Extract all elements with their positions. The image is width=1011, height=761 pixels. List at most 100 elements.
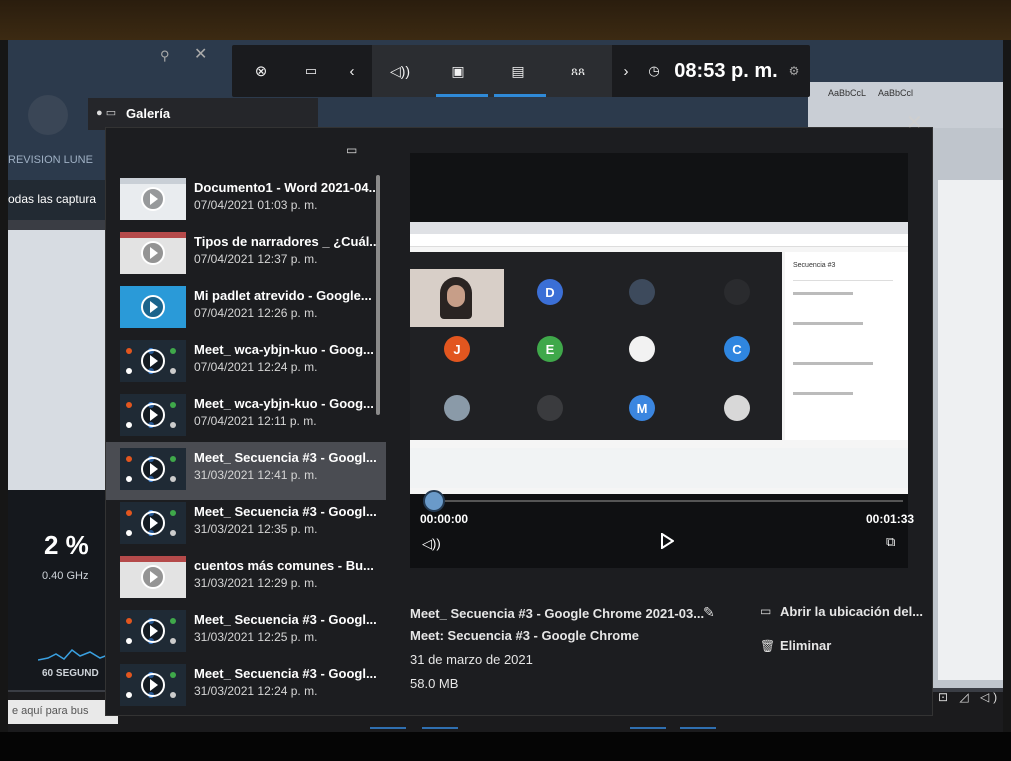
preview-browser-url [410, 234, 908, 247]
capture-title: Meet_ wca-ybjn-kuo - Goog... [194, 342, 374, 357]
settings-icon[interactable]: ⚙ [784, 45, 804, 97]
cpu-percent: 2 % [44, 530, 89, 560]
capture-thumbnail [120, 502, 186, 544]
capture-date: 07/04/2021 12:24 p. m. [194, 360, 318, 374]
play-icon [141, 565, 165, 589]
capture-thumbnail [120, 232, 186, 274]
list-scrollbar[interactable] [376, 175, 380, 415]
photo-top-edge [0, 0, 1011, 40]
capture-title: Meet_ Secuencia #3 - Googl... [194, 666, 377, 681]
preview-meet-grid: D J E C M [410, 252, 782, 440]
capture-list-item[interactable]: Meet_ Secuencia #3 - Googl... 31/03/2021 … [106, 442, 386, 500]
clock-time: 08:53 p. m. [674, 59, 778, 82]
open-location-button[interactable]: Abrir la ubicación del... [780, 604, 923, 619]
capture-list-item[interactable]: Meet_ wca-ybjn-kuo - Goog... 07/04/2021 1… [106, 334, 386, 392]
gallery-icon: ● ▭ [96, 107, 117, 119]
capture-date: 07/04/2021 01:03 p. m. [194, 198, 318, 212]
capture-title: cuentos más comunes - Bu... [194, 558, 374, 573]
capture-title: Documento1 - Word 2021-04... [194, 180, 380, 195]
capture-thumbnail [120, 394, 186, 436]
capture-list-item[interactable]: Tipos de narradores _ ¿Cuál... 07/04/2021… [106, 226, 386, 284]
xbox-icon[interactable]: ⊗ [244, 45, 278, 97]
capture-date: 07/04/2021 12:37 p. m. [194, 252, 318, 266]
seconds-label: 60 SEGUND [42, 668, 99, 679]
seek-knob[interactable] [423, 490, 445, 512]
folder-icon[interactable]: ▭ [760, 604, 771, 618]
widget-close-icon[interactable]: ✕ [194, 44, 207, 64]
performance-icon[interactable]: ▤ [498, 45, 538, 97]
capture-list-item[interactable]: Meet_ Secuencia #3 - Googl... 31/03/2021 … [106, 604, 386, 662]
capture-title: Mi padlet atrevido - Google... [194, 288, 372, 303]
gallery-close-icon[interactable]: ✕ [906, 110, 923, 135]
current-time: 00:00:00 [420, 512, 469, 526]
tray-icons[interactable]: ⊡ ◿ ◁) [938, 690, 1001, 704]
file-name: Meet_ Secuencia #3 - Google Chrome 2021-… [410, 606, 705, 621]
taskbar-indicators [370, 727, 750, 730]
trash-icon[interactable]: 🗑 [760, 639, 775, 653]
capture-thumbnail [120, 610, 186, 652]
photo-right-edge [1003, 40, 1011, 732]
preview-meet-toolbar [410, 448, 908, 488]
preview-meet-sidepanel: Secuencia #3 [785, 252, 908, 440]
capture-date: 31/03/2021 12:41 p. m. [194, 468, 318, 482]
capture-list-item[interactable]: Meet_ Secuencia #3 - Googl... 31/03/2021 … [106, 658, 386, 715]
chevron-left-icon[interactable]: ‹ [340, 45, 364, 97]
capture-list-item[interactable]: Mi padlet atrevido - Google... 07/04/2021… [106, 280, 386, 338]
ribbon-style-1[interactable]: AaBbCcL [828, 88, 866, 98]
capture-date: 31/03/2021 12:29 p. m. [194, 576, 318, 590]
capture-date: 31/03/2021 12:25 p. m. [194, 630, 318, 644]
minimize-list-icon[interactable]: ▭ [346, 143, 357, 157]
capture-date: 07/04/2021 12:11 p. m. [194, 414, 317, 428]
participant-avatar [724, 395, 750, 421]
photo-bottom-edge [0, 732, 1011, 761]
revision-label: REVISION LUNE [8, 154, 93, 166]
background-white-panel [8, 230, 118, 490]
participant-video [410, 269, 504, 327]
clock-icon: ◷ [648, 63, 660, 78]
edit-icon[interactable]: ✎ [703, 604, 715, 621]
photo-left-edge [0, 40, 8, 732]
delete-button[interactable]: Eliminar [780, 638, 831, 653]
play-icon[interactable] [660, 532, 675, 554]
play-icon [141, 457, 165, 481]
audio-icon[interactable]: ◁)) [380, 45, 420, 97]
volume-icon[interactable]: ◁)) [422, 536, 441, 552]
capture-active-indicator [436, 94, 488, 97]
capture-list[interactable]: Documento1 - Word 2021-04... 07/04/2021 0… [106, 170, 386, 715]
capture-thumbnail [120, 664, 186, 706]
cpu-graph [38, 648, 108, 661]
seek-bar[interactable] [425, 500, 903, 502]
app-name: Meet: Secuencia #3 - Google Chrome [410, 628, 640, 643]
ribbon-style-2[interactable]: AaBbCcl [878, 88, 913, 98]
capture-title: Meet_ Secuencia #3 - Googl... [194, 450, 377, 465]
pin-icon[interactable]: ⚲ [160, 48, 170, 64]
capture-thumbnail [120, 556, 186, 598]
capture-list-item[interactable]: Meet_ wca-ybjn-kuo - Goog... 07/04/2021 1… [106, 388, 386, 446]
all-captures-label[interactable]: odas las captura [8, 192, 96, 206]
gallery-title: Galería [126, 106, 171, 121]
background-avatar [28, 95, 68, 135]
play-icon [141, 295, 165, 319]
widget-menu-icon[interactable]: ▭ [294, 45, 328, 97]
social-icon[interactable]: ጸጸ [558, 45, 598, 97]
taskbar-search[interactable]: e aquí para bus [8, 700, 118, 724]
capture-list-item[interactable]: Documento1 - Word 2021-04... 07/04/2021 0… [106, 172, 386, 230]
capture-date: 07/04/2021 12:26 p. m. [194, 306, 318, 320]
capture-thumbnail [120, 286, 186, 328]
chevron-right-icon[interactable]: › [614, 45, 638, 97]
participant-avatar [537, 395, 563, 421]
play-icon [141, 511, 165, 535]
capture-title: Tipos de narradores _ ¿Cuál... [194, 234, 381, 249]
capture-title: Meet_ Secuencia #3 - Googl... [194, 504, 377, 519]
play-icon [141, 349, 165, 373]
fullscreen-icon[interactable]: ⧉ [886, 534, 895, 550]
participant-avatar: E [537, 336, 563, 362]
capture-title: Meet_ Secuencia #3 - Googl... [194, 612, 377, 627]
participant-avatar [629, 336, 655, 362]
play-icon [141, 403, 165, 427]
capture-list-item[interactable]: Meet_ Secuencia #3 - Googl... 31/03/2021 … [106, 496, 386, 554]
word-page [938, 180, 1003, 680]
capture-list-item[interactable]: cuentos más comunes - Bu... 31/03/2021 12… [106, 550, 386, 608]
capture-thumbnail [120, 340, 186, 382]
capture-icon[interactable]: ▣ [438, 45, 478, 97]
